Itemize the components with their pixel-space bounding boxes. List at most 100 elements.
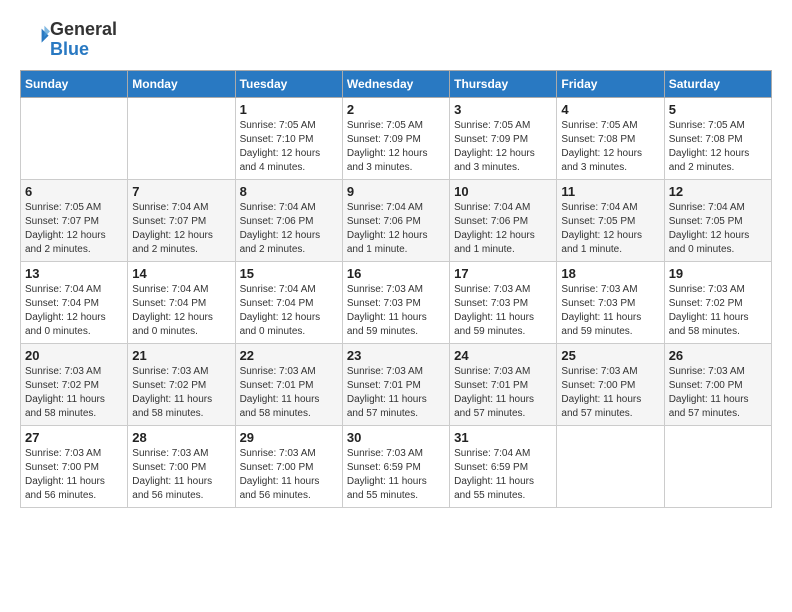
day-info: Sunrise: 7:03 AM Sunset: 7:00 PM Dayligh… xyxy=(669,365,767,421)
header-cell-thursday: Thursday xyxy=(450,70,557,97)
day-info: Sunrise: 7:03 AM Sunset: 7:00 PM Dayligh… xyxy=(25,447,123,503)
day-number: 17 xyxy=(454,266,552,281)
day-info: Sunrise: 7:04 AM Sunset: 7:05 PM Dayligh… xyxy=(561,201,659,257)
header-cell-sunday: Sunday xyxy=(21,70,128,97)
day-cell: 21 Sunrise: 7:03 AM Sunset: 7:02 PM Dayli… xyxy=(128,343,235,425)
day-cell xyxy=(664,425,771,507)
day-info: Sunrise: 7:04 AM Sunset: 7:04 PM Dayligh… xyxy=(132,283,230,339)
day-number: 14 xyxy=(132,266,230,281)
day-cell: 4Sunrise: 7:05 AM Sunset: 7:08 PM Daylig… xyxy=(557,97,664,179)
day-cell: 20Sunrise: 7:03 AM Sunset: 7:02 PM Dayli… xyxy=(21,343,128,425)
day-number: 5 xyxy=(669,102,767,117)
day-cell: 10 Sunrise: 7:04 AM Sunset: 7:06 PM Dayli… xyxy=(450,179,557,261)
day-info: Sunrise: 7:05 AM Sunset: 7:07 PM Dayligh… xyxy=(25,201,123,257)
day-info: Sunrise: 7:04 AM Sunset: 7:06 PM Dayligh… xyxy=(240,201,338,257)
day-info: Sunrise: 7:03 AM Sunset: 7:00 PM Dayligh… xyxy=(240,447,338,503)
day-cell: 15 Sunrise: 7:04 AM Sunset: 7:04 PM Dayli… xyxy=(235,261,342,343)
day-cell: 8 Sunrise: 7:04 AM Sunset: 7:06 PM Daylig… xyxy=(235,179,342,261)
header-cell-monday: Monday xyxy=(128,70,235,97)
day-number: 10 xyxy=(454,184,552,199)
day-info: Sunrise: 7:03 AM Sunset: 7:03 PM Dayligh… xyxy=(561,283,659,339)
day-info: Sunrise: 7:03 AM Sunset: 7:03 PM Dayligh… xyxy=(347,283,445,339)
header-cell-tuesday: Tuesday xyxy=(235,70,342,97)
day-number: 11 xyxy=(561,184,659,199)
day-info: Sunrise: 7:05 AM Sunset: 7:08 PM Dayligh… xyxy=(669,119,767,175)
day-cell: 1 Sunrise: 7:05 AM Sunset: 7:10 PM Daylig… xyxy=(235,97,342,179)
day-cell: 12 Sunrise: 7:04 AM Sunset: 7:05 PM Dayli… xyxy=(664,179,771,261)
day-info: Sunrise: 7:05 AM Sunset: 7:09 PM Dayligh… xyxy=(347,119,445,175)
day-cell: 24 Sunrise: 7:03 AM Sunset: 7:01 PM Dayli… xyxy=(450,343,557,425)
day-info: Sunrise: 7:03 AM Sunset: 7:01 PM Dayligh… xyxy=(240,365,338,421)
day-info: Sunrise: 7:03 AM Sunset: 7:02 PM Dayligh… xyxy=(669,283,767,339)
day-info: Sunrise: 7:03 AM Sunset: 7:02 PM Dayligh… xyxy=(25,365,123,421)
day-cell: 27Sunrise: 7:03 AM Sunset: 7:00 PM Dayli… xyxy=(21,425,128,507)
day-cell: 16Sunrise: 7:03 AM Sunset: 7:03 PM Dayli… xyxy=(342,261,449,343)
header-cell-wednesday: Wednesday xyxy=(342,70,449,97)
day-number: 6 xyxy=(25,184,123,199)
header-cell-friday: Friday xyxy=(557,70,664,97)
day-cell: 2Sunrise: 7:05 AM Sunset: 7:09 PM Daylig… xyxy=(342,97,449,179)
day-info: Sunrise: 7:04 AM Sunset: 6:59 PM Dayligh… xyxy=(454,447,552,503)
day-number: 12 xyxy=(669,184,767,199)
day-number: 8 xyxy=(240,184,338,199)
day-number: 18 xyxy=(561,266,659,281)
day-number: 4 xyxy=(561,102,659,117)
header-row: SundayMondayTuesdayWednesdayThursdayFrid… xyxy=(21,70,772,97)
day-number: 21 xyxy=(132,348,230,363)
day-cell: 28 Sunrise: 7:03 AM Sunset: 7:00 PM Dayli… xyxy=(128,425,235,507)
day-info: Sunrise: 7:04 AM Sunset: 7:06 PM Dayligh… xyxy=(454,201,552,257)
day-cell: 23 Sunrise: 7:03 AM Sunset: 7:01 PM Dayli… xyxy=(342,343,449,425)
day-cell: 30 Sunrise: 7:03 AM Sunset: 6:59 PM Dayli… xyxy=(342,425,449,507)
day-number: 3 xyxy=(454,102,552,117)
day-cell xyxy=(557,425,664,507)
day-cell xyxy=(128,97,235,179)
page-header: General Blue xyxy=(20,20,772,60)
day-info: Sunrise: 7:03 AM Sunset: 7:00 PM Dayligh… xyxy=(561,365,659,421)
day-cell: 5 Sunrise: 7:05 AM Sunset: 7:08 PM Daylig… xyxy=(664,97,771,179)
week-row-2: 6 Sunrise: 7:05 AM Sunset: 7:07 PM Daylig… xyxy=(21,179,772,261)
day-cell: 11 Sunrise: 7:04 AM Sunset: 7:05 PM Dayli… xyxy=(557,179,664,261)
day-cell: 22 Sunrise: 7:03 AM Sunset: 7:01 PM Dayli… xyxy=(235,343,342,425)
day-number: 26 xyxy=(669,348,767,363)
day-number: 28 xyxy=(132,430,230,445)
day-info: Sunrise: 7:03 AM Sunset: 7:01 PM Dayligh… xyxy=(347,365,445,421)
day-info: Sunrise: 7:03 AM Sunset: 7:02 PM Dayligh… xyxy=(132,365,230,421)
day-number: 29 xyxy=(240,430,338,445)
day-info: Sunrise: 7:05 AM Sunset: 7:09 PM Dayligh… xyxy=(454,119,552,175)
day-info: Sunrise: 7:04 AM Sunset: 7:04 PM Dayligh… xyxy=(240,283,338,339)
week-row-5: 27Sunrise: 7:03 AM Sunset: 7:00 PM Dayli… xyxy=(21,425,772,507)
day-number: 9 xyxy=(347,184,445,199)
day-cell: 13Sunrise: 7:04 AM Sunset: 7:04 PM Dayli… xyxy=(21,261,128,343)
day-number: 24 xyxy=(454,348,552,363)
week-row-1: 1 Sunrise: 7:05 AM Sunset: 7:10 PM Daylig… xyxy=(21,97,772,179)
day-info: Sunrise: 7:03 AM Sunset: 7:00 PM Dayligh… xyxy=(132,447,230,503)
day-info: Sunrise: 7:03 AM Sunset: 6:59 PM Dayligh… xyxy=(347,447,445,503)
day-cell: 9 Sunrise: 7:04 AM Sunset: 7:06 PM Daylig… xyxy=(342,179,449,261)
day-number: 7 xyxy=(132,184,230,199)
day-info: Sunrise: 7:04 AM Sunset: 7:06 PM Dayligh… xyxy=(347,201,445,257)
day-cell: 19Sunrise: 7:03 AM Sunset: 7:02 PM Dayli… xyxy=(664,261,771,343)
day-cell xyxy=(21,97,128,179)
day-cell: 29 Sunrise: 7:03 AM Sunset: 7:00 PM Dayli… xyxy=(235,425,342,507)
day-number: 22 xyxy=(240,348,338,363)
header-cell-saturday: Saturday xyxy=(664,70,771,97)
day-info: Sunrise: 7:04 AM Sunset: 7:07 PM Dayligh… xyxy=(132,201,230,257)
day-number: 23 xyxy=(347,348,445,363)
day-number: 30 xyxy=(347,430,445,445)
day-cell: 18 Sunrise: 7:03 AM Sunset: 7:03 PM Dayli… xyxy=(557,261,664,343)
day-info: Sunrise: 7:04 AM Sunset: 7:05 PM Dayligh… xyxy=(669,201,767,257)
day-cell: 6 Sunrise: 7:05 AM Sunset: 7:07 PM Daylig… xyxy=(21,179,128,261)
day-info: Sunrise: 7:05 AM Sunset: 7:10 PM Dayligh… xyxy=(240,119,338,175)
day-info: Sunrise: 7:03 AM Sunset: 7:03 PM Dayligh… xyxy=(454,283,552,339)
day-number: 15 xyxy=(240,266,338,281)
day-info: Sunrise: 7:03 AM Sunset: 7:01 PM Dayligh… xyxy=(454,365,552,421)
day-cell: 17 Sunrise: 7:03 AM Sunset: 7:03 PM Dayli… xyxy=(450,261,557,343)
calendar-table: SundayMondayTuesdayWednesdayThursdayFrid… xyxy=(20,70,772,508)
day-cell: 3 Sunrise: 7:05 AM Sunset: 7:09 PM Daylig… xyxy=(450,97,557,179)
day-number: 13 xyxy=(25,266,123,281)
day-number: 1 xyxy=(240,102,338,117)
logo: General Blue xyxy=(20,20,117,60)
day-cell: 7 Sunrise: 7:04 AM Sunset: 7:07 PM Daylig… xyxy=(128,179,235,261)
day-number: 31 xyxy=(454,430,552,445)
day-cell: 25Sunrise: 7:03 AM Sunset: 7:00 PM Dayli… xyxy=(557,343,664,425)
